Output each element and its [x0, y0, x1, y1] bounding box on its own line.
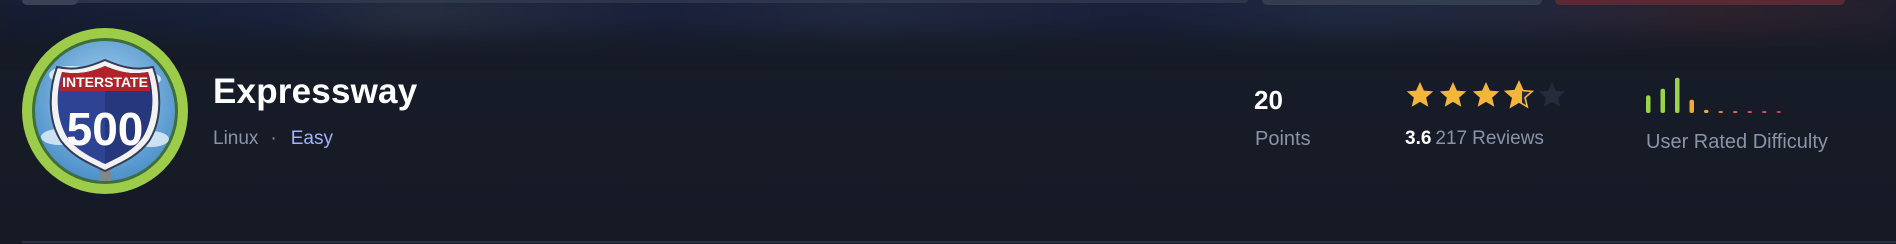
points-value: 20 [1254, 85, 1283, 115]
top-tab-wide [60, 0, 1248, 3]
rating-label: Reviews [1472, 128, 1544, 149]
difficulty-bar [1675, 77, 1680, 113]
star-icon [1472, 82, 1500, 107]
star-rating[interactable] [1405, 80, 1567, 110]
difficulty-bar [1733, 111, 1738, 113]
rating-count: 217 [1435, 128, 1468, 149]
difficulty-bar [1660, 88, 1665, 113]
star-icon [1504, 80, 1534, 109]
difficulty-bar [1762, 111, 1767, 113]
difficulty-bar [1704, 109, 1709, 113]
meta-separator: · [270, 128, 277, 149]
difficulty-bar [1747, 111, 1752, 113]
difficulty-link[interactable]: Easy [291, 128, 333, 150]
difficulty-bar [1689, 99, 1694, 113]
machine-meta: Linux · Easy [213, 128, 333, 150]
top-tab-middle [1262, 0, 1542, 5]
machine-title: Expressway [213, 72, 418, 111]
star-icon [1439, 82, 1467, 107]
interstate-sign-icon: INTERSTATE 500 [22, 28, 188, 194]
points-label: Points [1255, 128, 1311, 150]
top-tab-right [1555, 0, 1845, 5]
user-difficulty-chart [1646, 77, 1781, 113]
star-icon [1406, 82, 1434, 107]
os-label: Linux [213, 128, 259, 149]
logo-top-text: INTERSTATE [62, 74, 148, 90]
star-icon [1538, 82, 1566, 107]
banner-fade [0, 0, 1896, 70]
rating-value: 3.6 [1405, 128, 1432, 149]
logo-number: 500 [67, 103, 144, 155]
machine-header: INTERSTATE 500 Expressway Linux · Easy 2… [0, 0, 1896, 244]
difficulty-bar [1776, 111, 1781, 113]
user-difficulty-label: User Rated Difficulty [1646, 131, 1828, 153]
difficulty-bar [1718, 111, 1723, 113]
difficulty-bar [1646, 95, 1651, 113]
bottom-divider [22, 241, 1896, 243]
rating-summary[interactable]: 3.6 217 Reviews [1405, 128, 1544, 150]
